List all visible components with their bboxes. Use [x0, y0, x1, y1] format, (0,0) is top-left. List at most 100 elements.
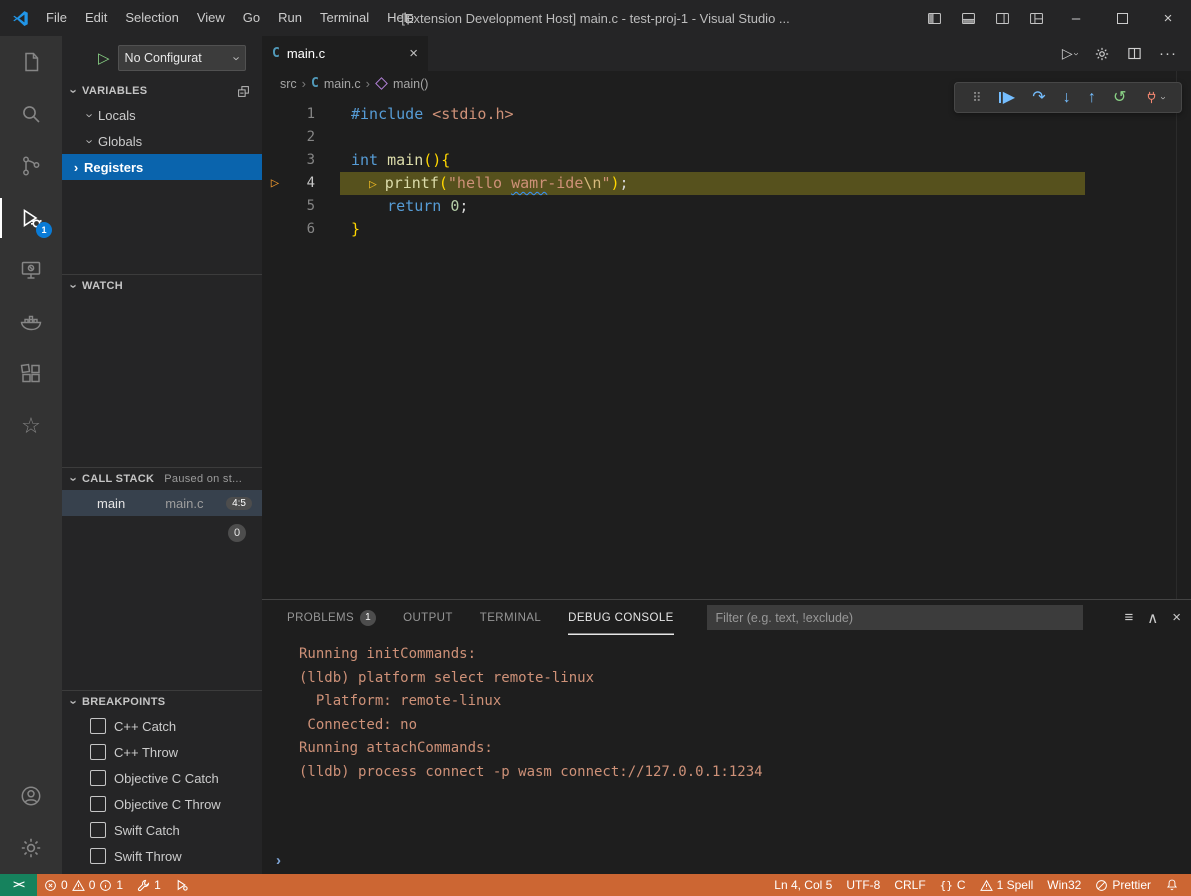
menu-go[interactable]: Go — [234, 0, 269, 36]
menu-edit[interactable]: Edit — [76, 0, 116, 36]
checkbox[interactable] — [90, 848, 106, 864]
continue-icon[interactable]: ▶ — [999, 90, 1015, 106]
prettier-status[interactable]: Prettier — [1088, 874, 1158, 896]
breakpoint-label: Objective C Throw — [114, 797, 221, 812]
glyph-margin[interactable] — [262, 149, 288, 172]
breakpoint-swift-catch[interactable]: Swift Catch — [62, 817, 262, 843]
menu-view[interactable]: View — [188, 0, 234, 36]
maximize-button[interactable] — [1099, 0, 1145, 36]
watch-title: WATCH — [82, 280, 123, 292]
notifications-bell-icon[interactable] — [1158, 874, 1191, 896]
checkbox[interactable] — [90, 822, 106, 838]
tab-problems[interactable]: PROBLEMS 1 — [287, 600, 376, 635]
debug-console-output[interactable]: Running initCommands:(lldb) platform sel… — [262, 635, 1191, 784]
cursor-position[interactable]: Ln 4, Col 5 — [767, 874, 839, 896]
menu-selection[interactable]: Selection — [116, 0, 187, 36]
collapse-all-icon[interactable] — [237, 85, 250, 98]
source-control-icon[interactable] — [0, 140, 62, 192]
console-line: (lldb) process connect -p wasm connect:/… — [299, 761, 1191, 785]
menu-run[interactable]: Run — [269, 0, 311, 36]
checkbox[interactable] — [90, 744, 106, 760]
breakpoint-objc-throw[interactable]: Objective C Throw — [62, 791, 262, 817]
tab-output[interactable]: OUTPUT — [403, 600, 453, 635]
tab-terminal[interactable]: TERMINAL — [480, 600, 541, 635]
breadcrumb-file[interactable]: main.c — [324, 77, 361, 91]
docker-icon[interactable] — [0, 296, 62, 348]
call-stack-header[interactable]: › CALL STACK Paused on st... — [62, 468, 262, 490]
breakpoint-swift-throw[interactable]: Swift Throw — [62, 843, 262, 869]
restart-icon[interactable]: ↺ — [1113, 90, 1126, 106]
close-panel-icon[interactable]: × — [1172, 609, 1181, 626]
accounts-icon[interactable] — [0, 770, 62, 822]
split-editor-icon[interactable] — [1127, 46, 1142, 61]
remote-explorer-icon[interactable] — [0, 244, 62, 296]
tab-debug-console[interactable]: DEBUG CONSOLE — [568, 600, 674, 635]
checkbox[interactable] — [90, 718, 106, 734]
spell-checker-status[interactable]: 1 Spell — [973, 874, 1041, 896]
console-input-prompt-icon[interactable]: › — [276, 853, 281, 868]
eol-status[interactable]: CRLF — [887, 874, 932, 896]
warning-icon — [72, 879, 85, 892]
minimize-button[interactable]: – — [1053, 0, 1099, 36]
step-out-icon[interactable]: ↑ — [1088, 90, 1096, 106]
explorer-icon[interactable] — [0, 36, 62, 88]
close-button[interactable]: × — [1145, 0, 1191, 36]
toggle-sidebar-icon[interactable] — [917, 0, 951, 36]
remote-indicator[interactable]: >< — [0, 874, 37, 896]
editor-settings-gear-icon[interactable] — [1094, 46, 1110, 62]
launch-config-dropdown[interactable]: No Configurat › — [118, 45, 246, 71]
breakpoint-cpp-throw[interactable]: C++ Throw — [62, 739, 262, 765]
disconnect-icon[interactable]: › — [1144, 90, 1164, 105]
variables-scope-globals[interactable]: › Globals — [62, 128, 262, 154]
panel-menu-icon[interactable]: ≡ — [1124, 609, 1133, 626]
breadcrumb-symbol[interactable]: main() — [393, 77, 428, 91]
menu-bar: File Edit Selection View Go Run Terminal… — [37, 0, 423, 36]
glyph-margin[interactable] — [262, 103, 288, 126]
toggle-secondary-sidebar-icon[interactable] — [985, 0, 1019, 36]
menu-terminal[interactable]: Terminal — [311, 0, 378, 36]
console-filter-input[interactable] — [707, 605, 1083, 630]
more-actions-icon[interactable]: ··· — [1159, 45, 1177, 62]
chevron-down-icon: › — [68, 278, 81, 294]
favorites-star-icon[interactable]: ☆ — [0, 400, 62, 452]
checkbox[interactable] — [90, 796, 106, 812]
menu-file[interactable]: File — [37, 0, 76, 36]
tab-main-c[interactable]: C main.c × — [262, 36, 429, 71]
code-editor[interactable]: 1 #include <stdio.h> 2 3 int main(){ ▷ 4 — [262, 96, 1177, 600]
checkbox[interactable] — [90, 770, 106, 786]
maximize-panel-chevron-icon[interactable]: ∧ — [1147, 609, 1158, 627]
extensions-icon[interactable] — [0, 348, 62, 400]
toggle-panel-icon[interactable] — [951, 0, 985, 36]
debug-status-icon[interactable] — [168, 874, 196, 896]
breakpoint-objc-catch[interactable]: Objective C Catch — [62, 765, 262, 791]
toolchain-status[interactable]: 1 — [130, 874, 168, 896]
run-or-debug-icon[interactable]: ▷ › — [1062, 45, 1077, 62]
step-into-icon[interactable]: ↓ — [1063, 90, 1071, 106]
problems-status[interactable]: 0 0 1 — [37, 874, 130, 896]
language-mode[interactable]: {} C — [933, 874, 973, 896]
variables-header[interactable]: › VARIABLES — [62, 80, 262, 102]
step-over-icon[interactable]: ↷ — [1032, 90, 1045, 106]
stack-frame-row[interactable]: main main.c 4:5 — [62, 490, 262, 516]
watch-header[interactable]: › WATCH — [62, 275, 262, 297]
settings-gear-icon[interactable] — [0, 822, 62, 874]
variables-scope-registers[interactable]: › Registers — [62, 154, 262, 180]
glyph-margin[interactable] — [262, 218, 288, 241]
run-debug-icon[interactable]: 1 — [0, 192, 62, 244]
glyph-margin[interactable] — [262, 195, 288, 218]
variables-scope-locals[interactable]: › Locals — [62, 102, 262, 128]
breakpoint-cpp-catch[interactable]: C++ Catch — [62, 713, 262, 739]
close-tab-icon[interactable]: × — [409, 45, 418, 62]
encoding-status[interactable]: UTF-8 — [839, 874, 887, 896]
breakpoints-header[interactable]: › BREAKPOINTS — [62, 691, 262, 713]
platform-status[interactable]: Win32 — [1040, 874, 1088, 896]
code-line-3: 3 int main(){ — [262, 149, 1177, 172]
breadcrumb-folder[interactable]: src — [280, 77, 297, 91]
customize-layout-icon[interactable] — [1019, 0, 1053, 36]
toolbar-grip-icon[interactable]: ⠿ — [972, 91, 982, 104]
editor-scrollbar[interactable] — [1176, 71, 1191, 600]
start-debugging-icon[interactable]: ▷ — [98, 49, 110, 67]
search-icon[interactable] — [0, 88, 62, 140]
glyph-margin[interactable] — [262, 126, 288, 149]
current-frame-arrow-icon[interactable]: ▷ — [262, 172, 288, 195]
